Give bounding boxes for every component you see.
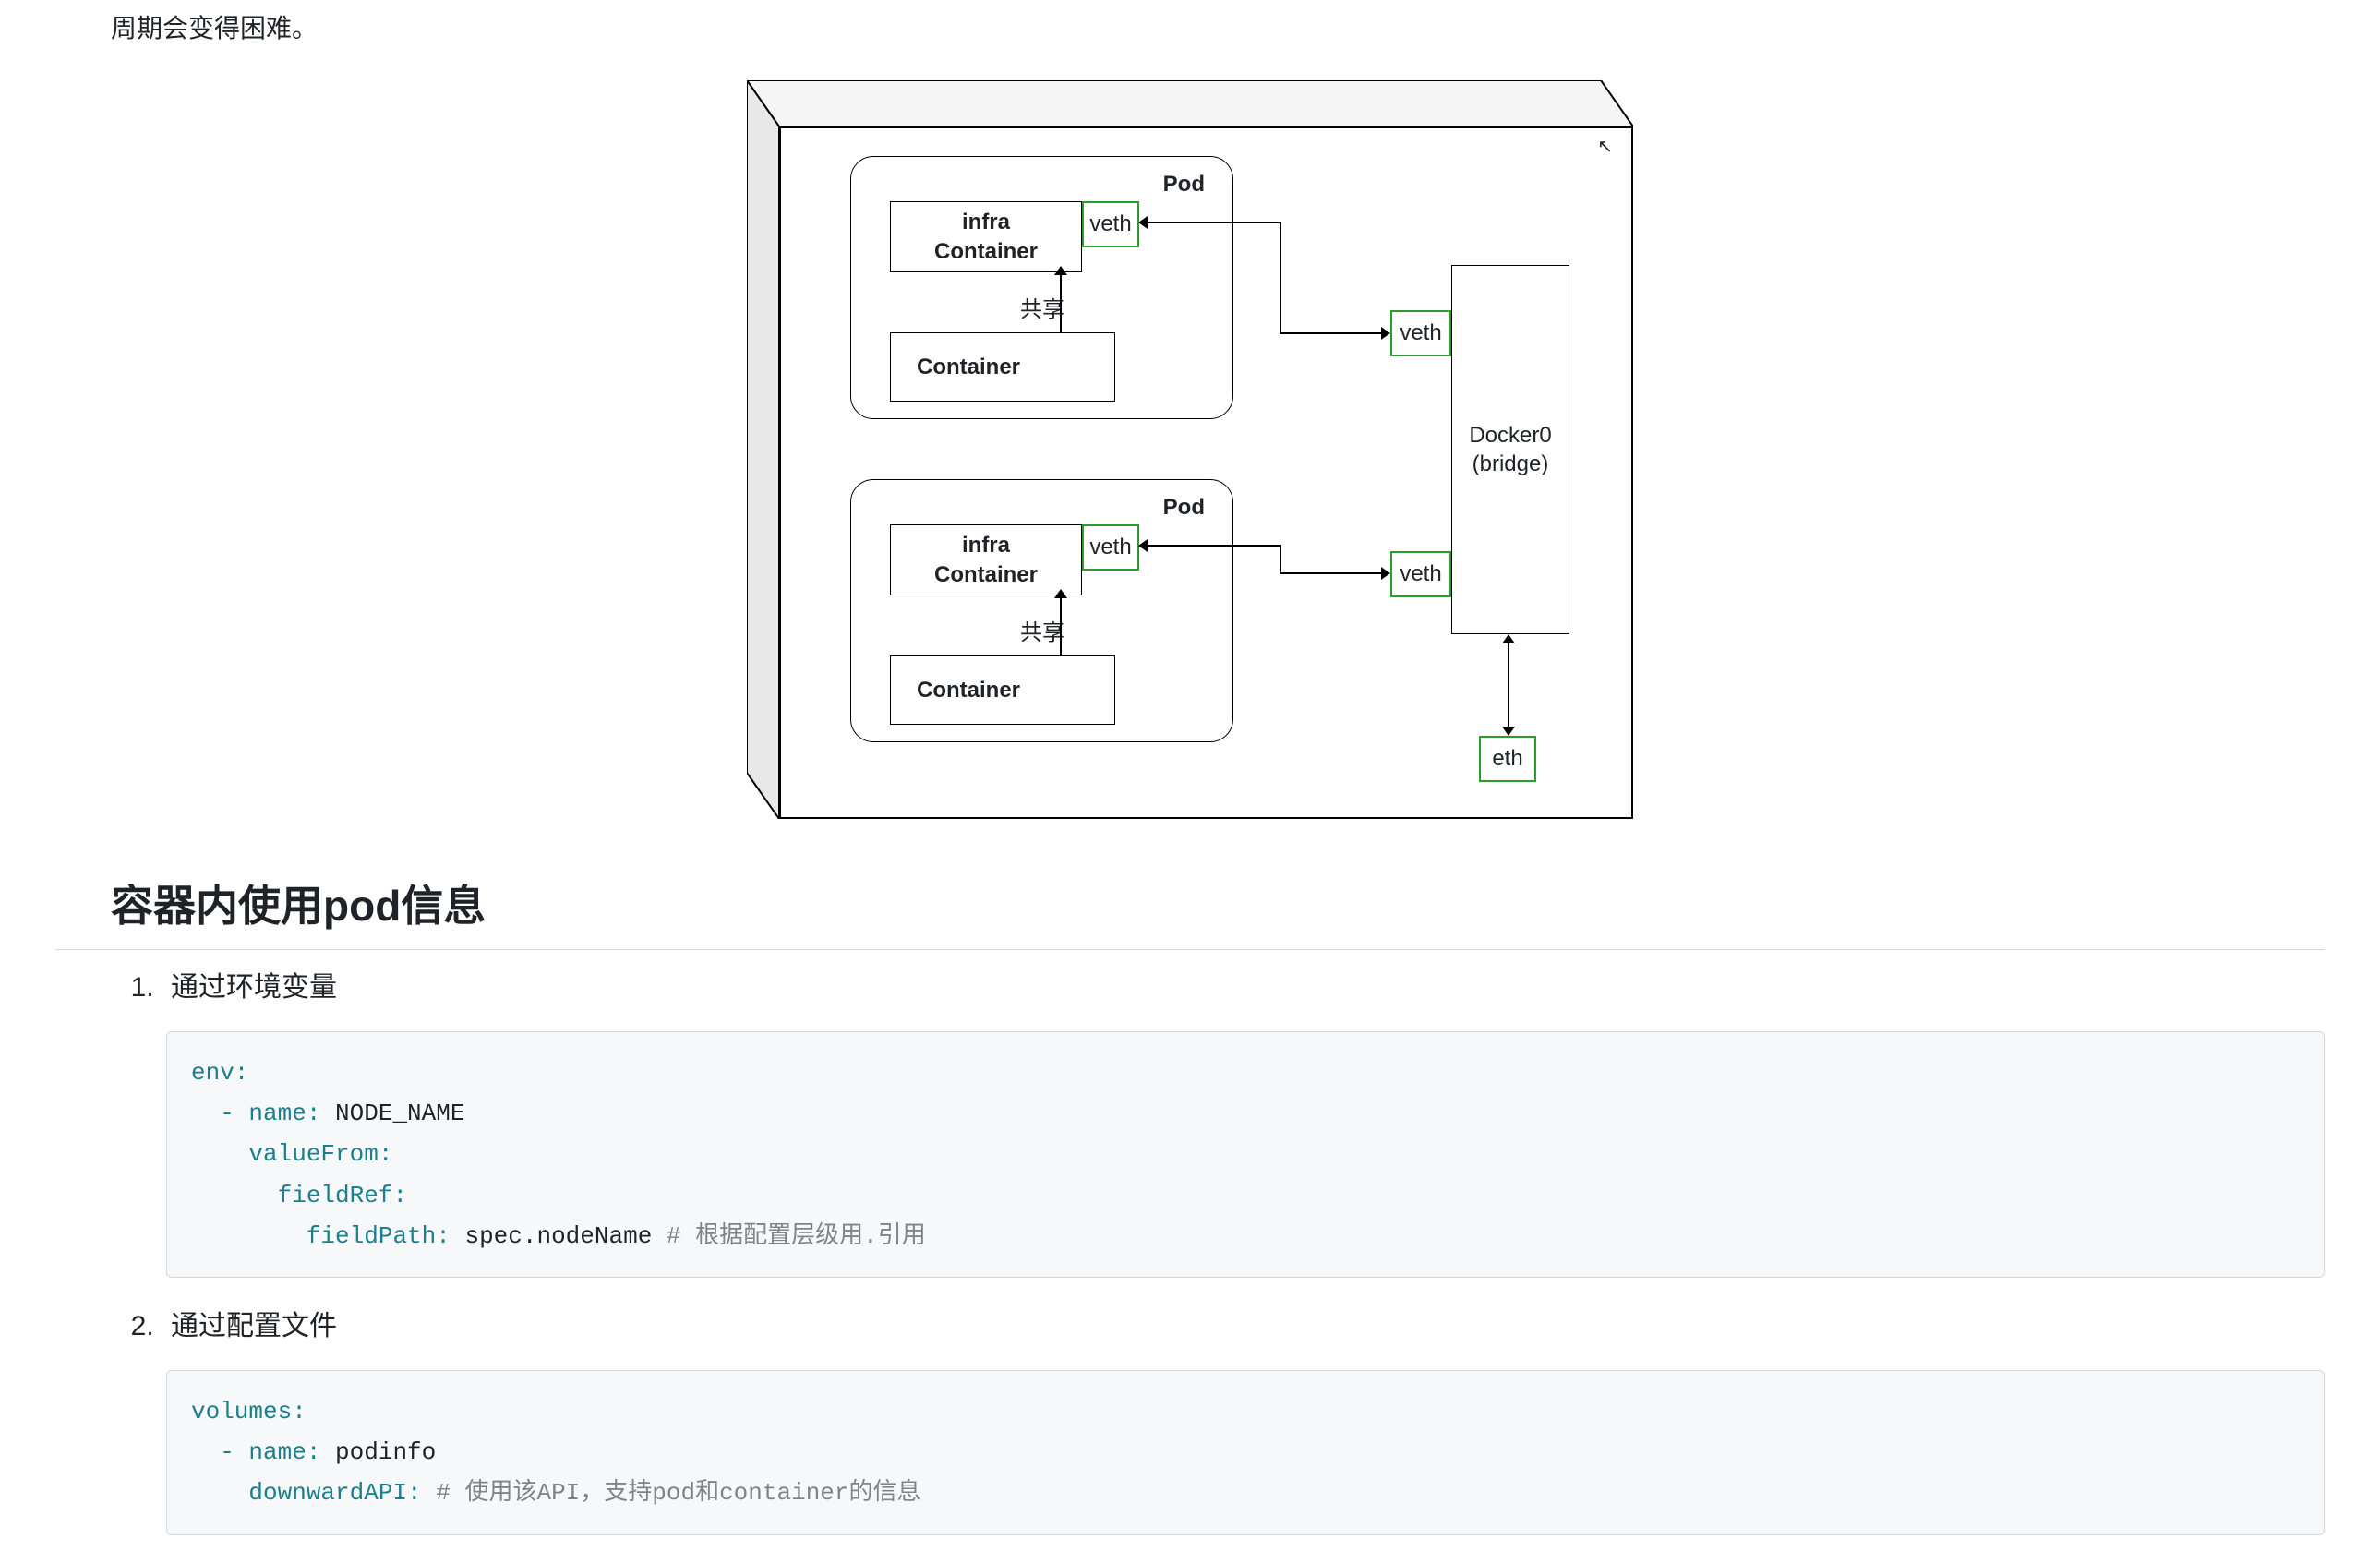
- code-value: podinfo: [320, 1438, 436, 1466]
- node-box: ↖ Pod infra Container veth 共享 Container …: [779, 126, 1633, 819]
- cursor-icon: ↖: [1597, 133, 1613, 161]
- code-key: - name:: [220, 1438, 320, 1466]
- container-1: Container: [890, 332, 1115, 402]
- arrow-share-1: [1060, 272, 1062, 332]
- code-value: spec.nodeName: [451, 1222, 652, 1250]
- infra-container-1: infra Container: [890, 201, 1082, 272]
- pod-box-1: Pod infra Container veth 共享 Container: [850, 156, 1233, 419]
- pod-label-1: Pod: [1163, 168, 1205, 201]
- eth-box: eth: [1479, 736, 1536, 782]
- conn-pod2-h1: [1148, 545, 1281, 547]
- arrow-bridge2-head: [1381, 567, 1390, 580]
- code-block-env: env: - name: NODE_NAME valueFrom: fieldR…: [166, 1031, 2325, 1278]
- code-key: valueFrom:: [248, 1140, 392, 1168]
- conn-pod2-h2: [1280, 572, 1381, 574]
- pod-box-2: Pod infra Container veth 共享 Container: [850, 479, 1233, 742]
- code-key: fieldPath:: [307, 1222, 451, 1250]
- code-block-volumes: volumes: - name: podinfo downwardAPI: # …: [166, 1370, 2325, 1535]
- veth-bridge-1: veth: [1390, 310, 1451, 356]
- code-key: fieldRef:: [278, 1182, 407, 1209]
- code-key: env:: [191, 1059, 248, 1087]
- arrow-pod1-veth-head: [1138, 216, 1148, 229]
- arrow-bridge1-head: [1381, 327, 1390, 340]
- share-label-1: 共享: [1020, 294, 1064, 327]
- share-label-2: 共享: [1020, 617, 1064, 650]
- code-key: volumes:: [191, 1398, 307, 1425]
- arrow-eth-up-head: [1502, 634, 1515, 643]
- conn-pod1-v: [1280, 222, 1281, 334]
- diagram-container: ↖ Pod infra Container veth 共享 Container …: [55, 80, 2325, 819]
- arrow-share-2-head: [1054, 589, 1067, 598]
- veth-bridge-2: veth: [1390, 551, 1451, 597]
- infra-container-2: infra Container: [890, 524, 1082, 595]
- arrow-eth-down-head: [1502, 727, 1515, 736]
- code-comment: # 根据配置层级用.引用: [652, 1222, 925, 1250]
- conn-pod1-h1: [1148, 222, 1281, 223]
- box-3d-top-edge: [747, 80, 1633, 126]
- arrow-pod2-veth-head: [1138, 539, 1148, 552]
- pod-network-diagram: ↖ Pod infra Container veth 共享 Container …: [747, 80, 1633, 819]
- container-2: Container: [890, 655, 1115, 725]
- arrow-share-1-head: [1054, 266, 1067, 275]
- code-key: - name:: [220, 1100, 320, 1127]
- code-value: NODE_NAME: [320, 1100, 464, 1127]
- box-3d-side-edge: [747, 80, 779, 819]
- veth-pod1: veth: [1082, 201, 1139, 247]
- docker0-bridge: Docker0 (bridge): [1451, 265, 1569, 634]
- list-item-2: 通过配置文件: [162, 1305, 2325, 1347]
- code-comment: # 使用该API，支持pod和container的信息: [422, 1479, 921, 1507]
- conn-pod2-v: [1280, 545, 1281, 574]
- conn-eth: [1508, 643, 1509, 727]
- pod-label-2: Pod: [1163, 491, 1205, 524]
- list-item-1: 通过环境变量: [162, 967, 2325, 1008]
- intro-text: 周期会变得困难。: [55, 9, 2325, 48]
- arrow-share-2: [1060, 595, 1062, 655]
- veth-pod2: veth: [1082, 524, 1139, 571]
- section-heading: 容器内使用pod信息: [55, 874, 2325, 950]
- code-key: downwardAPI:: [248, 1479, 421, 1507]
- conn-pod1-h2: [1280, 332, 1381, 334]
